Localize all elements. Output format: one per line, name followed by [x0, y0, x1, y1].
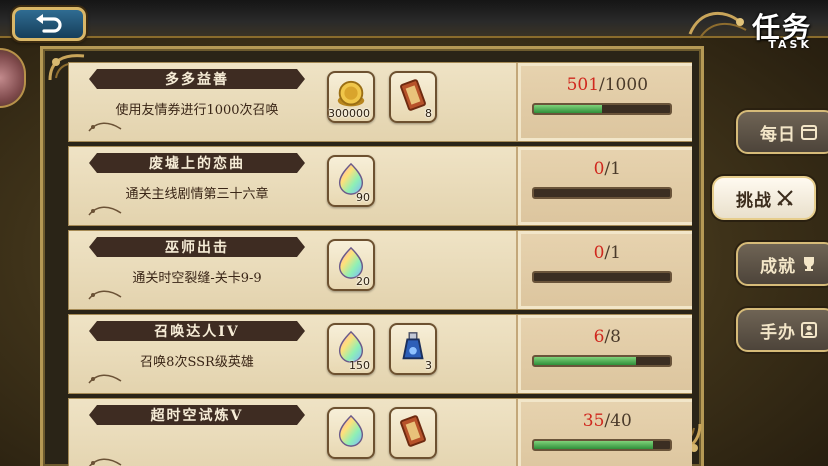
quest-row[interactable]: 多多益善 使用友情券进行1000次召唤 300000 8 501/1000	[68, 62, 692, 142]
tab-achievement[interactable]: 成就	[736, 242, 828, 286]
figure-icon	[801, 322, 817, 338]
quest-row[interactable]: 废墟上的恋曲 通关主线剧情第三十六章 90 0/1	[68, 146, 692, 226]
progress-bar	[531, 187, 672, 199]
rainbow-crystal-icon	[334, 414, 368, 452]
reward-item[interactable]: 20	[327, 239, 375, 291]
quest-info: 巫师出击 通关时空裂缝-关卡9-9 20	[69, 231, 516, 309]
reward-item[interactable]	[327, 407, 375, 459]
progress-current: 35	[582, 411, 605, 431]
quest-info: 召唤达人IV 召唤8次SSR级英雄 150 3	[69, 315, 516, 393]
quest-title-banner: 多多益善	[89, 69, 305, 89]
tab-daily[interactable]: 每日	[736, 110, 828, 154]
tab-achievement-label: 成就	[760, 256, 796, 277]
reward-quantity: 8	[425, 107, 432, 120]
progress-text: 0/1	[518, 243, 692, 263]
progress-fill	[533, 105, 602, 113]
quest-info: 废墟上的恋曲 通关主线剧情第三十六章 90	[69, 147, 516, 225]
quest-row[interactable]: 召唤达人IV 召唤8次SSR级英雄 150 3 6/8	[68, 314, 692, 394]
reward-quantity: 300000	[328, 107, 370, 120]
tab-challenge[interactable]: 挑战	[712, 176, 816, 220]
back-button[interactable]	[12, 7, 86, 41]
reward-item[interactable]	[389, 407, 437, 459]
quest-info: 多多益善 使用友情券进行1000次召唤 300000 8	[69, 63, 516, 141]
quest-description: 通关时空裂缝-关卡9-9	[132, 271, 262, 286]
progress-fill	[533, 357, 636, 365]
reward-quantity: 150	[349, 359, 370, 372]
quest-progress: 35/40	[515, 399, 692, 466]
progress-fill	[533, 441, 653, 449]
quest-title-banner: 巫师出击	[89, 237, 305, 257]
reward-item[interactable]: 300000	[327, 71, 375, 123]
quest-description: 召唤8次SSR级英雄	[140, 355, 254, 370]
progress-bar	[531, 103, 672, 115]
progress-bar	[531, 271, 672, 283]
quest-list[interactable]: 多多益善 使用友情券进行1000次召唤 300000 8 501/1000 废墟…	[52, 58, 692, 466]
reward-item[interactable]: 3	[389, 323, 437, 375]
reward-item[interactable]: 8	[389, 71, 437, 123]
reward-list: 20	[327, 239, 375, 301]
progress-target: /40	[604, 411, 632, 431]
progress-current: 6	[593, 327, 605, 347]
tab-figure[interactable]: 手办	[736, 308, 828, 352]
reward-quantity: 90	[356, 191, 370, 204]
progress-text: 35/40	[518, 411, 692, 431]
swirl-ornament	[88, 206, 122, 216]
progress-text: 6/8	[518, 327, 692, 347]
quest-row[interactable]: 超时空试炼V 35/40	[68, 398, 692, 466]
progress-current: 501	[566, 75, 600, 95]
reward-list	[327, 407, 437, 466]
progress-target: /1	[604, 243, 621, 263]
progress-target: /1000	[599, 75, 649, 95]
quest-title: 超时空试炼V	[150, 408, 244, 424]
quest-progress: 6/8	[515, 315, 692, 393]
page-subtitle: TASK	[768, 38, 812, 51]
tab-figure-label: 手办	[760, 322, 796, 343]
quest-progress: 501/1000	[515, 63, 692, 141]
swirl-ornament	[88, 290, 122, 300]
trophy-icon	[804, 257, 814, 271]
quest-title-banner: 超时空试炼V	[89, 405, 305, 425]
reward-quantity: 20	[356, 275, 370, 288]
reward-list: 300000 8	[327, 71, 437, 133]
quest-title-banner: 召唤达人IV	[89, 321, 305, 341]
progress-current: 0	[593, 243, 605, 263]
quest-title: 多多益善	[165, 72, 229, 88]
swirl-ornament	[88, 458, 122, 466]
crossed-swords-icon	[777, 190, 793, 206]
quest-row[interactable]: 巫师出击 通关时空裂缝-关卡9-9 20 0/1	[68, 230, 692, 310]
summon-ticket-icon	[396, 414, 430, 452]
progress-target: /1	[604, 159, 621, 179]
side-ornament	[0, 48, 26, 108]
return-arrow-icon	[36, 14, 62, 33]
progress-text: 0/1	[518, 159, 692, 179]
quest-title: 废墟上的恋曲	[149, 156, 245, 172]
calendar-icon	[801, 125, 817, 140]
quest-info: 超时空试炼V	[69, 399, 516, 466]
progress-current: 0	[593, 159, 605, 179]
reward-item[interactable]: 150	[327, 323, 375, 375]
quest-description: 通关主线剧情第三十六章	[125, 187, 269, 202]
progress-target: /8	[604, 327, 621, 347]
reward-list: 150 3	[327, 323, 437, 385]
quest-title: 巫师出击	[165, 240, 229, 256]
quest-progress: 0/1	[515, 147, 692, 225]
progress-text: 501/1000	[518, 75, 692, 95]
quest-progress: 0/1	[515, 231, 692, 309]
progress-bar	[531, 439, 672, 451]
tab-daily-label: 每日	[760, 124, 796, 145]
reward-quantity: 3	[425, 359, 432, 372]
quest-description: 使用友情券进行1000次召唤	[115, 103, 279, 118]
quest-title: 召唤达人IV	[154, 324, 240, 340]
progress-bar	[531, 355, 672, 367]
reward-list: 90	[327, 155, 375, 217]
reward-item[interactable]: 90	[327, 155, 375, 207]
swirl-ornament	[88, 122, 122, 132]
tab-challenge-label: 挑战	[736, 190, 772, 211]
quest-title-banner: 废墟上的恋曲	[89, 153, 305, 173]
page-header: 任务 TASK	[690, 0, 828, 62]
swirl-ornament	[88, 374, 122, 384]
